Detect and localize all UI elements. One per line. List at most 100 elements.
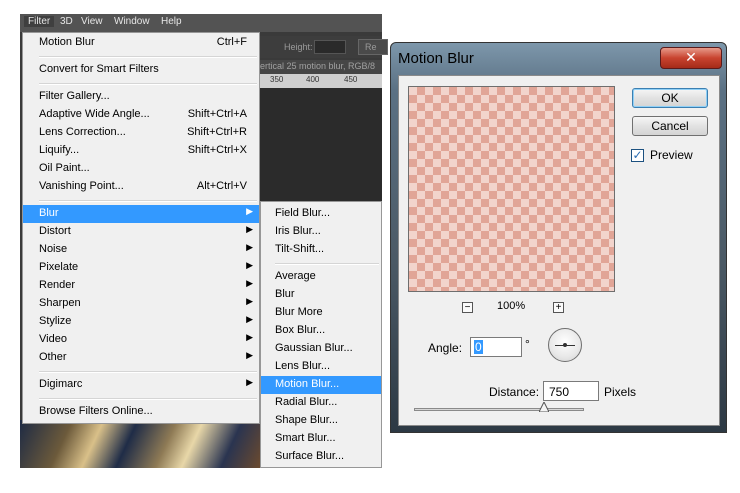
ruler-tick: 450 — [344, 75, 358, 84]
submenu-arrow-icon: ▶ — [246, 260, 253, 270]
cancel-button[interactable]: Cancel — [632, 116, 708, 136]
menu-item-video[interactable]: Video ▶ — [23, 331, 259, 349]
angle-dial-icon[interactable] — [548, 328, 582, 362]
zoom-out-icon[interactable]: − — [462, 302, 473, 313]
close-icon[interactable]: ✕ — [660, 47, 722, 69]
menu-item-label: Blur — [39, 207, 59, 219]
ruler-tick: 350 — [270, 75, 284, 84]
zoom-in-icon[interactable]: + — [553, 302, 564, 313]
distance-slider[interactable] — [414, 408, 584, 411]
submenu-arrow-icon: ▶ — [246, 206, 253, 216]
submenu-item-surface-blur[interactable]: Surface Blur... — [261, 448, 381, 466]
submenu-item-blur-more[interactable]: Blur More — [261, 304, 381, 322]
submenu-item-tilt-shift[interactable]: Tilt-Shift... — [261, 241, 381, 259]
options-bar: Height: Re — [260, 36, 388, 58]
menu-item-label: Vanishing Point... — [39, 180, 124, 192]
submenu-item-average[interactable]: Average — [261, 268, 381, 286]
dial-center-dot — [563, 343, 567, 347]
menu-item-noise[interactable]: Noise ▶ — [23, 241, 259, 259]
submenu-arrow-icon: ▶ — [246, 377, 253, 387]
menu-item-label: Browse Filters Online... — [39, 405, 153, 417]
menu-item-filter-gallery[interactable]: Filter Gallery... — [23, 88, 259, 106]
submenu-item-lens-blur[interactable]: Lens Blur... — [261, 358, 381, 376]
menu-item-label: Noise — [39, 243, 68, 255]
menu-item-label: Convert for Smart Filters — [39, 63, 159, 75]
refine-edge-button[interactable]: Re — [358, 39, 388, 55]
menu-item-label: Pixelate — [39, 261, 79, 273]
submenu-arrow-icon: ▶ — [246, 350, 253, 360]
menu-item-shortcut: Shift+Ctrl+X — [187, 144, 247, 156]
menu-item-last-filter[interactable]: Motion Blur Ctrl+F — [23, 34, 259, 52]
submenu-arrow-icon: ▶ — [246, 242, 253, 252]
menu-item-label: Adaptive Wide Angle... — [39, 108, 150, 120]
menu-filter[interactable]: Filter — [24, 16, 55, 27]
submenu-item-label: Smart Blur... — [275, 432, 336, 444]
menu-separator — [39, 56, 257, 58]
menu-item-pixelate[interactable]: Pixelate ▶ — [23, 259, 259, 277]
menu-view[interactable]: View — [81, 16, 103, 27]
distance-value: 750 — [549, 385, 570, 399]
menu-help[interactable]: Help — [161, 16, 182, 27]
submenu-item-label: Iris Blur... — [275, 225, 321, 237]
menu-item-label: Render — [39, 279, 76, 291]
menubar: Filter 3D View Window Help — [20, 14, 382, 32]
menu-item-render[interactable]: Render ▶ — [23, 277, 259, 295]
menu-item-adaptive-wide-angle[interactable]: Adaptive Wide Angle... Shift+Ctrl+A — [23, 106, 259, 124]
menu-item-lens-correction[interactable]: Lens Correction... Shift+Ctrl+R — [23, 124, 259, 142]
distance-label: Distance: — [489, 385, 540, 399]
menu-item-oil-paint[interactable]: Oil Paint... — [23, 160, 259, 178]
submenu-arrow-icon: ▶ — [246, 332, 253, 342]
submenu-item-motion-blur[interactable]: Motion Blur... — [261, 376, 381, 394]
ruler: 350 400 450 — [260, 74, 382, 88]
submenu-item-shape-blur[interactable]: Shape Blur... — [261, 412, 381, 430]
menu-separator — [39, 83, 257, 85]
menu-item-liquify[interactable]: Liquify... Shift+Ctrl+X — [23, 142, 259, 160]
submenu-arrow-icon: ▶ — [246, 296, 253, 306]
menu-item-label: Sharpen — [39, 297, 81, 309]
submenu-item-iris-blur[interactable]: Iris Blur... — [261, 223, 381, 241]
submenu-item-blur[interactable]: Blur — [261, 286, 381, 304]
submenu-item-box-blur[interactable]: Box Blur... — [261, 322, 381, 340]
height-input[interactable] — [314, 40, 346, 54]
menu-item-label: Digimarc — [39, 378, 83, 390]
menu-item-convert-smart-filters[interactable]: Convert for Smart Filters — [23, 61, 259, 79]
submenu-item-gaussian-blur[interactable]: Gaussian Blur... — [261, 340, 381, 358]
menu-window[interactable]: Window — [114, 16, 150, 27]
slider-thumb-icon[interactable] — [539, 402, 549, 412]
menu-item-label: Other — [39, 351, 67, 363]
menu-item-shortcut: Ctrl+F — [216, 36, 247, 48]
preview-checkbox[interactable]: ✓ — [631, 149, 644, 162]
ok-button[interactable]: OK — [632, 88, 708, 108]
menu-separator — [39, 371, 257, 373]
preview-area[interactable] — [408, 86, 615, 292]
menu-item-digimarc[interactable]: Digimarc ▶ — [23, 376, 259, 394]
menu-separator — [275, 263, 379, 265]
menu-item-vanishing-point[interactable]: Vanishing Point... Alt+Ctrl+V — [23, 178, 259, 196]
menu-item-label: Lens Correction... — [39, 126, 126, 138]
menu-item-other[interactable]: Other ▶ — [23, 349, 259, 367]
ruler-tick: 400 — [306, 75, 320, 84]
menu-item-sharpen[interactable]: Sharpen ▶ — [23, 295, 259, 313]
submenu-item-label: Shape Blur... — [275, 414, 338, 426]
zoom-level: 100% — [497, 300, 526, 312]
menu-3d[interactable]: 3D — [60, 16, 73, 27]
submenu-item-label: Average — [275, 270, 316, 282]
menu-item-blur[interactable]: Blur ▶ — [23, 205, 259, 223]
document-tab[interactable]: ertical 25 motion blur, RGB/8 — [260, 60, 382, 74]
submenu-item-smart-blur[interactable]: Smart Blur... — [261, 430, 381, 448]
menu-separator — [39, 398, 257, 400]
submenu-item-label: Gaussian Blur... — [275, 342, 353, 354]
dialog-title: Motion Blur — [398, 50, 474, 67]
submenu-item-label: Motion Blur... — [275, 378, 340, 390]
menu-separator — [39, 200, 257, 202]
submenu-item-field-blur[interactable]: Field Blur... — [261, 205, 381, 223]
submenu-item-label: Field Blur... — [275, 207, 331, 219]
menu-item-stylize[interactable]: Stylize ▶ — [23, 313, 259, 331]
menu-item-browse-filters-online[interactable]: Browse Filters Online... — [23, 403, 259, 421]
submenu-item-label: Blur More — [275, 306, 323, 318]
submenu-item-label: Blur — [275, 288, 295, 300]
menu-item-label: Stylize — [39, 315, 72, 327]
menu-item-distort[interactable]: Distort ▶ — [23, 223, 259, 241]
menu-item-label: Video — [39, 333, 67, 345]
submenu-item-radial-blur[interactable]: Radial Blur... — [261, 394, 381, 412]
